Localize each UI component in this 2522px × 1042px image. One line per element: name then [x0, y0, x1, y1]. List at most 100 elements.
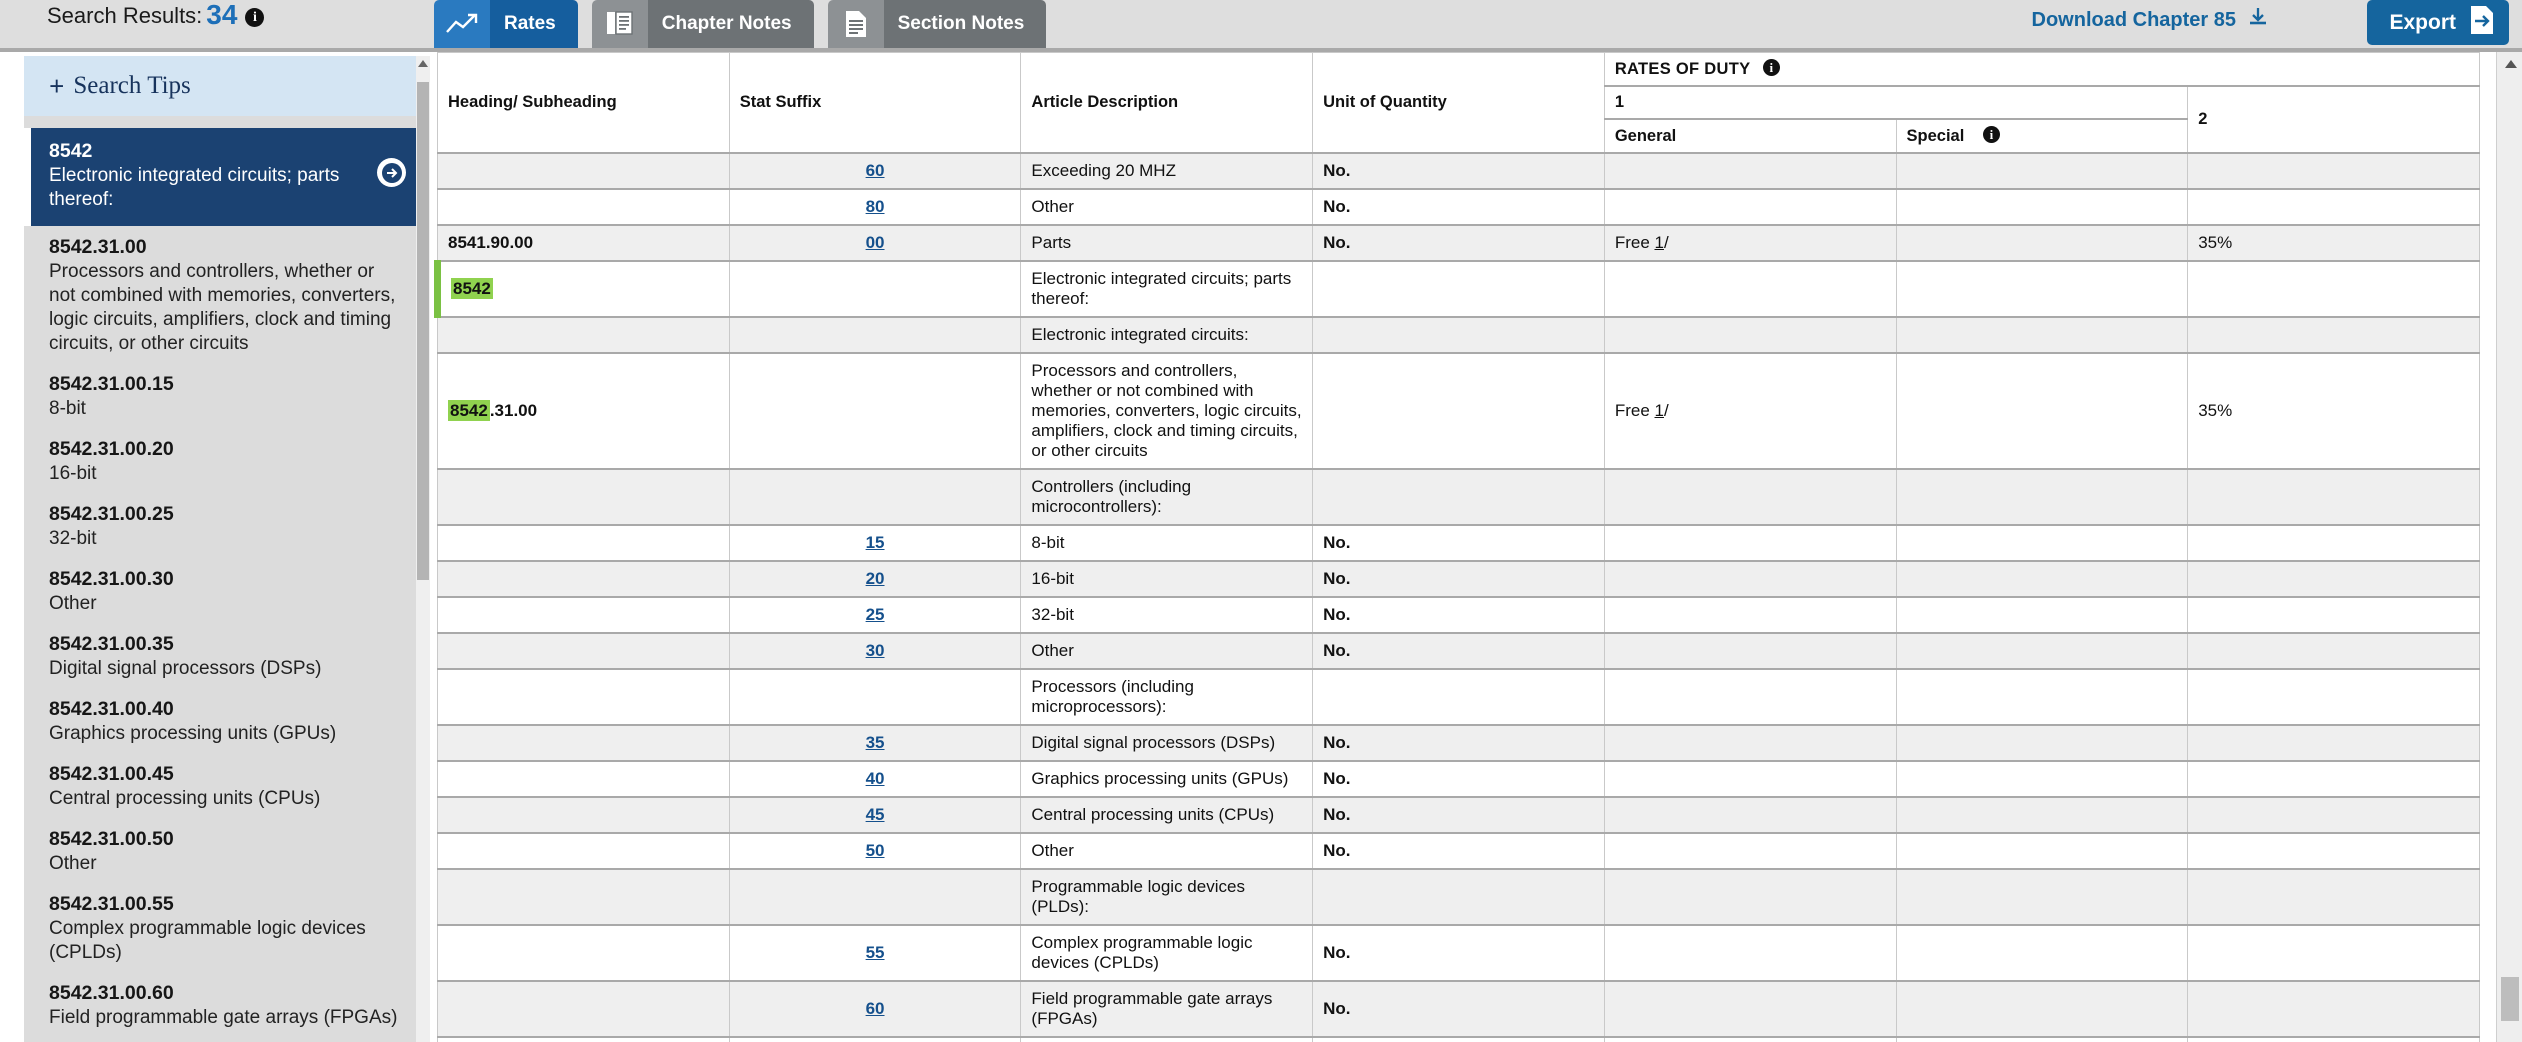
table-row: 50 Other No. — [437, 832, 2480, 870]
cell-heading-subheading — [437, 596, 730, 634]
cell-rate-special — [1895, 596, 2189, 634]
search-tips-label: Search Tips — [73, 72, 191, 99]
stat-suffix-link[interactable]: 20 — [866, 569, 885, 588]
sidebar-item-code: 8542.31.00.15 — [49, 373, 174, 395]
cell-unit-of-quantity: No. — [1312, 1036, 1605, 1042]
cell-unit-of-quantity: No. — [1312, 632, 1605, 670]
cell-unit-of-quantity: No. — [1312, 760, 1605, 798]
cell-stat-suffix[interactable]: 45 — [728, 796, 1022, 834]
stat-suffix-link[interactable]: 35 — [866, 733, 885, 752]
sidebar-item-8542.31.00.30[interactable]: 8542.31.00.30 Other — [24, 562, 430, 627]
sidebar-item-8542.31.00.20[interactable]: 8542.31.00.20 16-bit — [24, 432, 430, 497]
cell-heading-subheading — [437, 524, 730, 562]
stat-suffix-link[interactable]: 15 — [866, 533, 885, 552]
trend-line-icon — [434, 0, 490, 48]
cell-stat-suffix[interactable]: 80 — [728, 188, 1022, 226]
tab-bar: Rates Chapter Notes Section Notes — [434, 0, 1060, 48]
cell-stat-suffix[interactable]: 40 — [728, 760, 1022, 798]
stat-suffix-link[interactable]: 00 — [866, 233, 885, 252]
cell-unit-of-quantity: No. — [1312, 724, 1605, 762]
cell-stat-suffix[interactable]: 00 — [728, 224, 1022, 262]
special-text: Special — [1906, 127, 1965, 145]
footnote-ref[interactable]: 1 — [1655, 401, 1664, 420]
scroll-up-arrow-icon[interactable] — [418, 60, 428, 67]
stat-suffix-link[interactable]: 60 — [866, 161, 885, 180]
sidebar-scrollbar[interactable] — [416, 56, 430, 1042]
cell-stat-suffix[interactable]: 50 — [728, 832, 1022, 870]
cell-rate-column2 — [2187, 560, 2480, 598]
col-header-unit-of-quantity: Unit of Quantity — [1312, 52, 1605, 154]
cell-unit-of-quantity: No. — [1312, 224, 1605, 262]
search-highlight: 8542 — [451, 278, 493, 299]
cell-unit-of-quantity — [1312, 352, 1605, 470]
sidebar-item-code: 8542.31.00.50 — [49, 828, 174, 850]
cell-stat-suffix[interactable]: 60 — [728, 152, 1022, 190]
export-document-icon — [2469, 5, 2495, 40]
export-button[interactable]: Export — [2367, 0, 2509, 45]
tab-section-notes[interactable]: Section Notes — [827, 0, 1047, 48]
stat-suffix-link[interactable]: 80 — [866, 197, 885, 216]
table-scrollbar[interactable] — [2496, 52, 2522, 1042]
tab-rates[interactable]: Rates — [434, 0, 578, 48]
search-results-label: Search Results: 34 i — [47, 1, 265, 29]
sidebar-item-code: 8542 — [49, 140, 93, 162]
arrow-right-circle-icon[interactable] — [377, 158, 406, 187]
sidebar-item-8542.31.00.40[interactable]: 8542.31.00.40 Graphics processing units (… — [24, 692, 430, 757]
sidebar-item-code: 8542.31.00.55 — [49, 893, 174, 915]
stat-suffix-link[interactable]: 60 — [866, 999, 885, 1018]
table-scrollbar-thumb[interactable] — [2501, 977, 2519, 1021]
cell-rate-general — [1603, 924, 1897, 982]
cell-stat-suffix[interactable]: 65 — [728, 1036, 1022, 1042]
cell-article-description: Programmable logic devices (PLDs): — [1020, 868, 1314, 926]
download-chapter-link[interactable]: Download Chapter 85 — [2032, 6, 2269, 34]
table-row: 25 32-bit No. — [437, 596, 2480, 634]
stat-suffix-link[interactable]: 40 — [866, 769, 885, 788]
export-button-label: Export — [2389, 10, 2456, 34]
col-header-general: General — [1603, 118, 1897, 154]
cell-stat-suffix[interactable]: 30 — [728, 632, 1022, 670]
sidebar-item-8542.31.00.60[interactable]: 8542.31.00.60 Field programmable gate arr… — [24, 976, 430, 1041]
hts-rates-table: Heading/ Subheading Stat Suffix Article … — [434, 52, 2481, 1042]
cell-article-description: Processors and controllers, whether or n… — [1020, 352, 1314, 470]
search-tips-toggle[interactable]: + Search Tips — [24, 56, 430, 116]
cell-heading-subheading — [437, 760, 730, 798]
rates-of-duty-info-icon[interactable]: i — [1763, 59, 1780, 76]
sidebar-item-8542.31.00.15[interactable]: 8542.31.00.15 8-bit — [24, 367, 430, 432]
table-row: Programmable logic devices (PLDs): — [437, 868, 2480, 926]
cell-stat-suffix[interactable]: 15 — [728, 524, 1022, 562]
sidebar-item-8542.31.00.55[interactable]: 8542.31.00.55 Complex programmable logic … — [24, 887, 430, 976]
cell-stat-suffix[interactable]: 55 — [728, 924, 1022, 982]
cell-unit-of-quantity: No. — [1312, 152, 1605, 190]
cell-stat-suffix[interactable]: 25 — [728, 596, 1022, 634]
sidebar-item-8542.31.00[interactable]: 8542.31.00 Processors and controllers, wh… — [24, 230, 430, 367]
cell-stat-suffix[interactable]: 60 — [728, 980, 1022, 1038]
tab-chapter-notes[interactable]: Chapter Notes — [591, 0, 814, 48]
cell-unit-of-quantity: No. — [1312, 924, 1605, 982]
sidebar-item-8542.31.00.25[interactable]: 8542.31.00.25 32-bit — [24, 497, 430, 562]
cell-rate-general — [1603, 152, 1897, 190]
stat-suffix-link[interactable]: 25 — [866, 605, 885, 624]
table-row: 8542.31.00 Processors and controllers, wh… — [437, 352, 2480, 470]
table-row: 35 Digital signal processors (DSPs) No. — [437, 724, 2480, 762]
document-lines-icon — [827, 0, 884, 48]
cell-stat-suffix[interactable]: 20 — [728, 560, 1022, 598]
table-header-row-1: Heading/ Subheading Stat Suffix Article … — [437, 52, 2481, 154]
cell-stat-suffix — [728, 468, 1022, 526]
cell-stat-suffix[interactable]: 35 — [728, 724, 1022, 762]
footnote-ref[interactable]: 1 — [1655, 233, 1664, 252]
sidebar-item-description: Complex programmable logic devices (CPLD… — [49, 918, 366, 963]
cell-rate-special — [1895, 760, 2189, 798]
sidebar-item-8542[interactable]: 8542 Electronic integrated circuits; part… — [24, 128, 430, 226]
special-info-icon[interactable]: i — [1982, 126, 2000, 143]
sidebar-item-8542.31.00.35[interactable]: 8542.31.00.35 Digital signal processors (… — [24, 627, 430, 692]
stat-suffix-link[interactable]: 45 — [866, 805, 885, 824]
stat-suffix-link[interactable]: 55 — [866, 943, 885, 962]
table-scroll-up-arrow-icon[interactable] — [2505, 60, 2517, 68]
stat-suffix-link[interactable]: 50 — [866, 841, 885, 860]
sidebar-item-8542.31.00.45[interactable]: 8542.31.00.45 Central processing units (C… — [24, 757, 430, 822]
sidebar-item-description: Graphics processing units (GPUs) — [49, 723, 337, 744]
sidebar-item-8542.31.00.50[interactable]: 8542.31.00.50 Other — [24, 822, 430, 887]
sidebar-scrollbar-thumb[interactable] — [417, 82, 429, 580]
stat-suffix-link[interactable]: 30 — [866, 641, 885, 660]
search-results-info-icon[interactable]: i — [245, 8, 265, 27]
